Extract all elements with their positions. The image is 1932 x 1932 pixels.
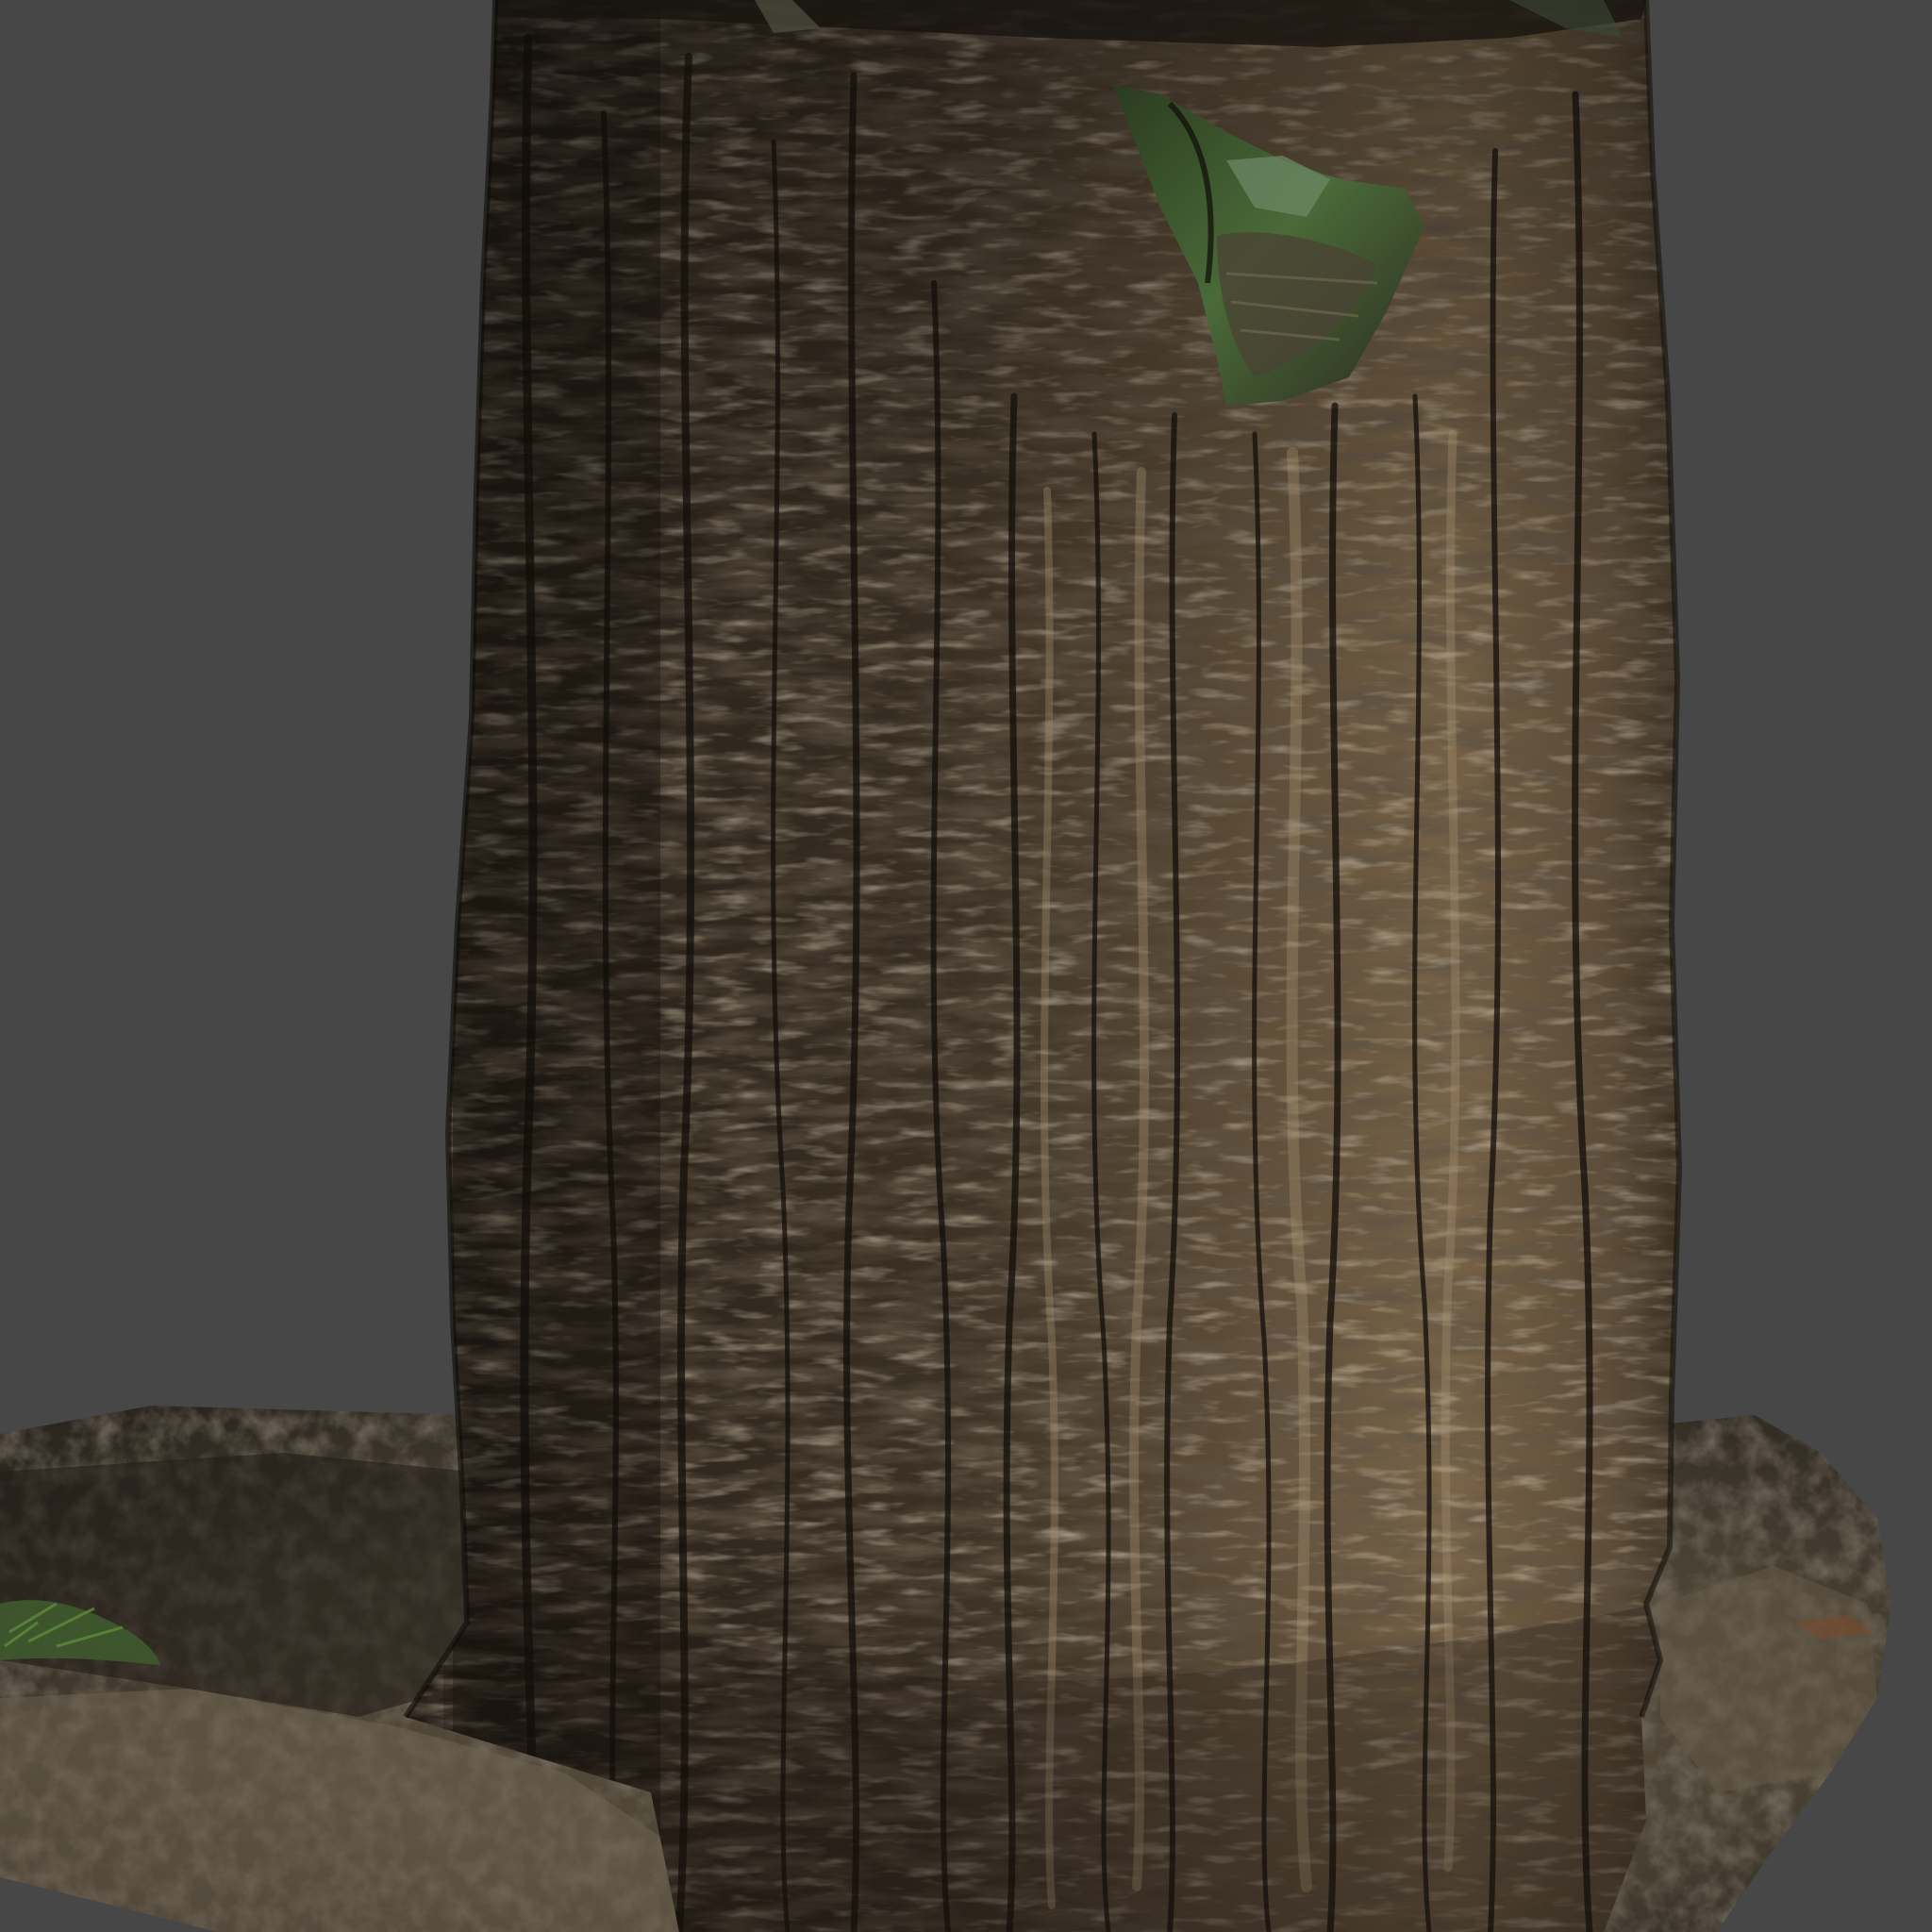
tree-trunk xyxy=(406,0,1679,1932)
3d-viewport[interactable] xyxy=(0,0,1932,1932)
tree-scan-render xyxy=(0,0,1932,1932)
